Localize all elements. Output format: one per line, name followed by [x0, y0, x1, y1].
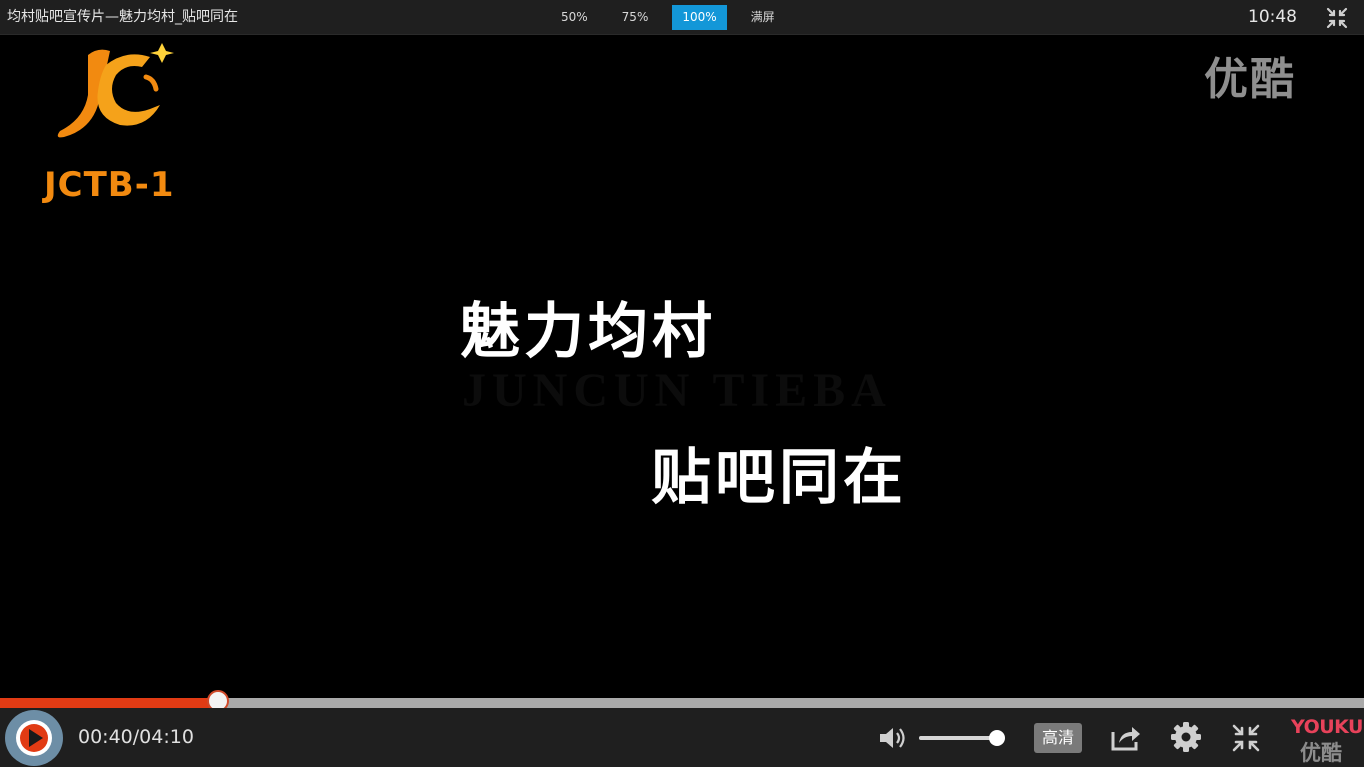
play-button[interactable] — [5, 710, 63, 766]
volume-icon[interactable] — [878, 725, 908, 751]
caption-line-2: 贴吧同在 — [651, 443, 907, 513]
gear-icon[interactable] — [1170, 721, 1202, 753]
seek-bar[interactable] — [0, 690, 1364, 712]
zoom-options: 50% 75% 100% 满屏 — [551, 5, 799, 30]
channel-logo-text: JCTB-1 — [44, 165, 175, 205]
top-bar: 均村贴吧宣传片—魅力均村_贴吧同在 50% 75% 100% 满屏 10:48 — [0, 0, 1364, 35]
brand-logo-en: YOUKU — [1291, 716, 1363, 738]
quality-button[interactable]: 高清 — [1034, 723, 1082, 753]
play-icon — [18, 722, 50, 754]
clock: 10:48 — [1248, 7, 1297, 27]
zoom-50-button[interactable]: 50% — [551, 5, 598, 30]
caption-line-1: 魅力均村 — [460, 297, 716, 367]
volume-level — [919, 736, 998, 740]
caption-ghost-text: JUNCUN TIEBA — [462, 364, 892, 417]
video-frame[interactable]: JCTB-1 优酷 魅力均村 JUNCUN TIEBA 贴吧同在 — [0, 35, 1364, 698]
seek-bar-played — [0, 698, 219, 708]
share-icon[interactable] — [1110, 722, 1142, 752]
control-bar: 00:40/04:10 高清 YOUKU 优酷 — [0, 708, 1364, 767]
time-display: 00:40/04:10 — [78, 726, 194, 748]
shrink-icon[interactable] — [1232, 724, 1260, 752]
channel-logo-icon — [57, 43, 174, 138]
brand-logo-cn: 优酷 — [1300, 741, 1342, 765]
zoom-fill-button[interactable]: 满屏 — [741, 5, 785, 30]
window-title: 均村贴吧宣传片—魅力均村_贴吧同在 — [7, 9, 238, 25]
youku-watermark: 优酷 — [1204, 54, 1296, 105]
zoom-100-button[interactable]: 100% — [672, 5, 727, 30]
volume-handle[interactable] — [989, 730, 1006, 746]
zoom-75-button[interactable]: 75% — [612, 5, 659, 30]
volume-slider[interactable] — [919, 730, 1006, 746]
exit-fullscreen-icon[interactable] — [1326, 7, 1348, 29]
